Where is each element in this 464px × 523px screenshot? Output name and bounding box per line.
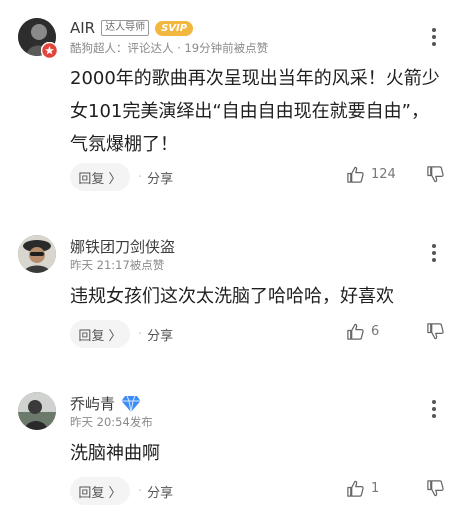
name-row: 娜铁团刀剑侠盗 <box>70 236 175 257</box>
share-button[interactable]: · 分享 <box>138 320 173 348</box>
comment-actions: 回复 〉 · 分享 1 <box>70 477 450 505</box>
comment-meta: 昨天 20:54发布 <box>70 415 153 429</box>
more-options-icon[interactable] <box>428 244 440 266</box>
separator-dot: · <box>138 483 143 499</box>
username[interactable]: AIR <box>70 19 95 37</box>
more-options-icon[interactable] <box>428 28 440 50</box>
more-options-icon[interactable] <box>428 400 440 422</box>
username[interactable]: 乔屿青 <box>70 393 115 414</box>
reply-button[interactable]: 回复 〉 <box>70 477 130 505</box>
separator-dot: · <box>138 169 143 185</box>
diamond-vip-icon <box>121 395 141 412</box>
thumbs-up-icon <box>347 480 364 497</box>
avatar[interactable] <box>18 392 56 430</box>
reply-button[interactable]: 回复 〉 <box>70 163 130 191</box>
thumbs-up-icon <box>347 166 364 183</box>
thumbs-down-icon <box>427 480 444 497</box>
comment-meta: 昨天 21:17被点赞 <box>70 258 165 272</box>
thumbs-down-icon <box>427 323 444 340</box>
dislike-button[interactable] <box>426 165 445 184</box>
thumbs-up-icon <box>347 323 364 340</box>
like-count: 6 <box>371 324 380 339</box>
dislike-button[interactable] <box>426 479 445 498</box>
comment-text: 违规女孩们这次太洗脑了哈哈哈，好喜欢 <box>70 286 394 307</box>
comment-actions: 回复 〉 · 分享 124 <box>70 163 450 191</box>
expert-badge: 达人导师 <box>101 20 150 36</box>
separator-dot: · <box>138 326 143 342</box>
share-label: 分享 <box>147 171 174 187</box>
share-label: 分享 <box>147 485 174 501</box>
like-count: 124 <box>371 167 396 182</box>
verified-badge-icon <box>41 42 58 59</box>
like-count: 1 <box>371 481 380 496</box>
comment-text: 2000年的歌曲再次呈现出当年的风采！火箭少女101完美演绎出“自由自由现在就要… <box>70 68 440 155</box>
share-button[interactable]: · 分享 <box>138 163 173 191</box>
comment-text: 洗脑神曲啊 <box>70 443 160 464</box>
name-row: AIR 达人导师 SVIP <box>70 19 194 37</box>
comment-actions: 回复 〉 · 分享 6 <box>70 320 450 348</box>
username[interactable]: 娜铁团刀剑侠盗 <box>70 236 175 257</box>
avatar-image-icon <box>18 235 56 273</box>
avatar-image-icon <box>18 392 56 430</box>
comment-meta: 酷狗超人：评论达人 · 19分钟前被点赞 <box>70 41 269 55</box>
dislike-button[interactable] <box>426 322 445 341</box>
avatar[interactable] <box>18 235 56 273</box>
thumbs-down-icon <box>427 166 444 183</box>
svip-badge: SVIP <box>155 20 194 36</box>
share-label: 分享 <box>147 328 174 344</box>
like-button[interactable]: 124 <box>346 165 396 184</box>
like-button[interactable]: 6 <box>346 322 379 341</box>
reply-button[interactable]: 回复 〉 <box>70 320 130 348</box>
name-row: 乔屿青 <box>70 393 141 414</box>
like-button[interactable]: 1 <box>346 479 379 498</box>
share-button[interactable]: · 分享 <box>138 477 173 505</box>
